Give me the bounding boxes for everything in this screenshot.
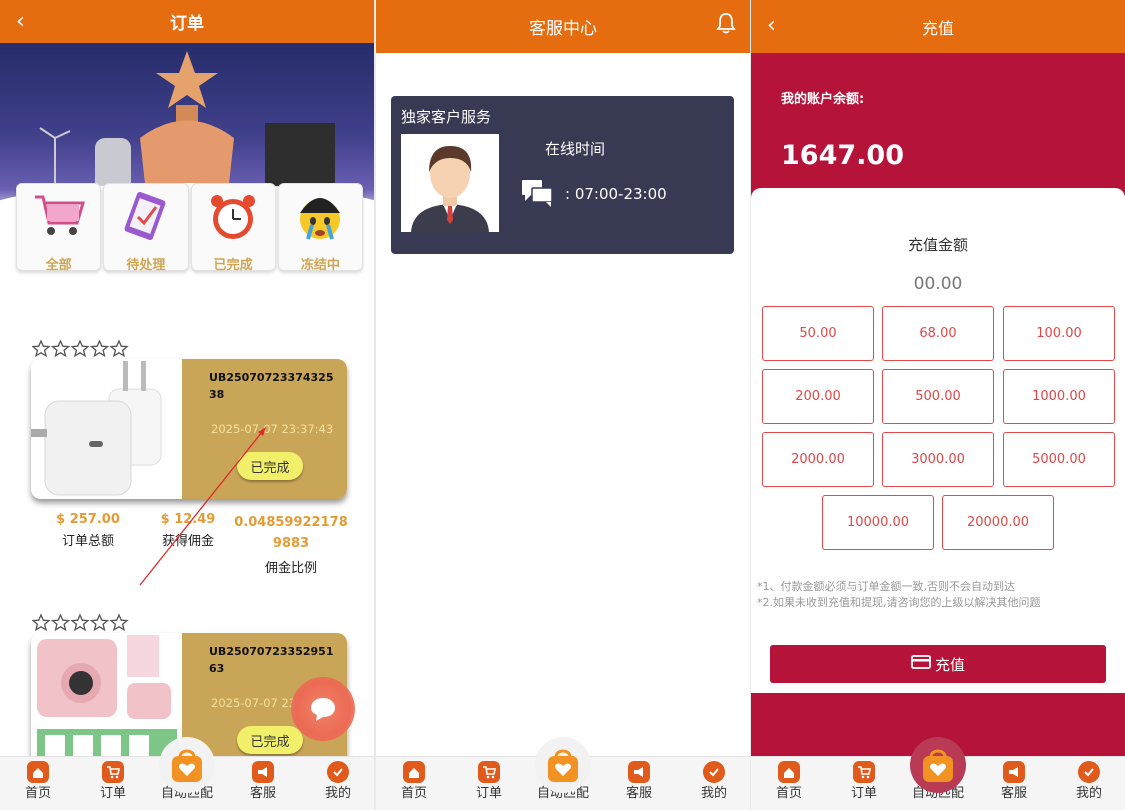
tab-home[interactable]: 首页 xyxy=(759,761,819,801)
category-pending[interactable]: 待处理 xyxy=(103,183,189,273)
category-frozen[interactable]: 冻结中 xyxy=(277,183,363,273)
stat-commission-rate: 0.048599221789883 佣金比例 xyxy=(234,515,348,576)
order-time: 2025-07-07 23:37:43 xyxy=(211,422,334,436)
service-hours: : 07:00-23:00 xyxy=(565,185,667,203)
customer-service-card[interactable]: 独家客户服务 在线时间 : 07:00-23:00 xyxy=(391,96,734,254)
rating-stars[interactable] xyxy=(32,339,130,359)
online-time-label: 在线时间 xyxy=(545,140,606,158)
order-category-tabs: 全部 待处理 已完成 冻结中 xyxy=(16,183,363,273)
floating-chat-button[interactable] xyxy=(291,677,355,741)
agent-avatar xyxy=(401,134,499,232)
category-all[interactable]: 全部 xyxy=(16,183,102,273)
recharge-header: ‹ 充值 xyxy=(751,0,1125,53)
tab-service[interactable]: 客服 xyxy=(233,761,293,801)
cart-icon xyxy=(853,761,875,783)
amount-option[interactable]: 50.00 xyxy=(762,306,874,361)
order-status-badge[interactable]: 已完成 xyxy=(237,726,303,754)
service-panel: 客服中心 独家客户服务 在线时间 : 07:00-23:00 首页 订单 自动匹… xyxy=(376,0,750,810)
stat-commission: $ 12.49 获得佣金 xyxy=(160,512,216,549)
tab-orders[interactable]: 订单 xyxy=(83,761,143,801)
amount-option[interactable]: 100.00 xyxy=(1003,306,1115,361)
rating-stars[interactable] xyxy=(32,613,130,633)
profile-check-icon xyxy=(703,761,725,783)
home-icon xyxy=(403,761,425,783)
bottom-tab-bar: 首页 订单 自动匹配 客服 我的 xyxy=(376,737,750,810)
back-arrow-icon[interactable]: ‹ xyxy=(767,13,776,38)
tab-mine[interactable]: 我的 xyxy=(684,761,744,801)
shopping-cart-icon xyxy=(17,188,100,244)
amount-option[interactable]: 2000.00 xyxy=(762,432,874,487)
star-outline-icon xyxy=(32,339,129,358)
agent-avatar-icon xyxy=(401,134,499,232)
chat-bubble-icon xyxy=(311,698,335,721)
tab-service[interactable]: 客服 xyxy=(984,761,1044,801)
orders-header: ‹ 订单 xyxy=(0,0,374,43)
recharge-button[interactable]: 充值 xyxy=(770,645,1106,683)
order-id: UB2507072335295163 xyxy=(209,645,334,675)
amount-option[interactable]: 1000.00 xyxy=(1003,369,1115,424)
tab-auto-match[interactable]: 自动匹配 xyxy=(908,737,968,801)
amount-option[interactable]: 68.00 xyxy=(882,306,994,361)
tab-orders[interactable]: 订单 xyxy=(834,761,894,801)
balance-value: 1647.00 xyxy=(781,140,904,171)
amount-option[interactable]: 200.00 xyxy=(762,369,874,424)
megaphone-icon xyxy=(628,761,650,783)
megaphone-icon xyxy=(252,761,274,783)
crying-emoji-icon xyxy=(279,188,362,244)
megaphone-icon xyxy=(1003,761,1025,783)
home-icon xyxy=(27,761,49,783)
stat-order-total: $ 257.00 订单总额 xyxy=(56,512,120,549)
chat-icon xyxy=(521,178,553,212)
amount-option[interactable]: 5000.00 xyxy=(1003,432,1115,487)
amount-option[interactable]: 10000.00 xyxy=(822,495,934,550)
home-icon xyxy=(778,761,800,783)
bottom-tab-bar: 首页 订单 自动匹配 客服 我的 xyxy=(0,737,374,810)
order-status-badge[interactable]: 已完成 xyxy=(237,452,303,480)
orders-title: 订单 xyxy=(170,14,204,34)
charger-icon xyxy=(31,359,182,499)
amount-option[interactable]: 500.00 xyxy=(882,369,994,424)
tab-mine[interactable]: 我的 xyxy=(1059,761,1119,801)
recharge-note-2: *2.如果未收到充值和提现,请咨询您的上级以解决其他问题 xyxy=(757,596,1041,609)
cart-icon xyxy=(102,761,124,783)
shopping-bag-heart-icon xyxy=(535,737,591,793)
back-arrow-icon[interactable]: ‹ xyxy=(16,9,25,34)
credit-card-icon xyxy=(911,654,931,674)
balance-label: 我的账户余额: xyxy=(781,92,865,107)
service-title: 客服中心 xyxy=(529,19,597,39)
recharge-panel: ‹ 充值 我的账户余额: 1647.00 充值金额 00.00 50.00 68… xyxy=(751,0,1125,810)
service-card-title: 独家客户服务 xyxy=(401,108,492,126)
service-header: 客服中心 xyxy=(376,0,750,53)
bottom-tab-bar: 首页 订单 自动匹配 客服 我的 xyxy=(751,737,1125,810)
cart-icon xyxy=(478,761,500,783)
amount-option[interactable]: 3000.00 xyxy=(882,432,994,487)
shopping-bag-heart-icon xyxy=(910,737,966,793)
tab-service[interactable]: 客服 xyxy=(609,761,669,801)
amount-label: 充值金额 xyxy=(907,236,968,254)
star-outline-icon xyxy=(32,613,129,632)
recharge-title: 充值 xyxy=(921,18,954,38)
recharge-note-1: *1、付款金额必须与订单金额一致,否则不会自动到达 xyxy=(757,580,1015,593)
bell-icon[interactable] xyxy=(716,12,736,39)
category-completed[interactable]: 已完成 xyxy=(190,183,276,273)
tab-mine[interactable]: 我的 xyxy=(308,761,368,801)
profile-check-icon xyxy=(1078,761,1100,783)
alarm-clock-icon xyxy=(192,188,275,244)
clipboard-icon xyxy=(104,188,187,244)
tab-home[interactable]: 首页 xyxy=(384,761,444,801)
shopping-bag-heart-icon xyxy=(159,737,215,793)
amount-option[interactable]: 20000.00 xyxy=(942,495,1054,550)
tab-home[interactable]: 首页 xyxy=(8,761,68,801)
orders-panel: ‹ 订单 全部 待处理 已完成 冻结中 UB2507072337432538 2… xyxy=(0,0,374,810)
tab-auto-match[interactable]: 自动匹配 xyxy=(533,737,593,801)
instant-camera-icon xyxy=(31,633,182,773)
profile-check-icon xyxy=(327,761,349,783)
order-id: UB2507072337432538 xyxy=(209,371,334,401)
tab-orders[interactable]: 订单 xyxy=(459,761,519,801)
amount-input[interactable]: 00.00 xyxy=(751,274,1125,294)
tab-auto-match[interactable]: 自动匹配 xyxy=(157,737,217,801)
order-card[interactable]: UB2507072337432538 2025-07-07 23:37:43 已… xyxy=(31,359,347,499)
